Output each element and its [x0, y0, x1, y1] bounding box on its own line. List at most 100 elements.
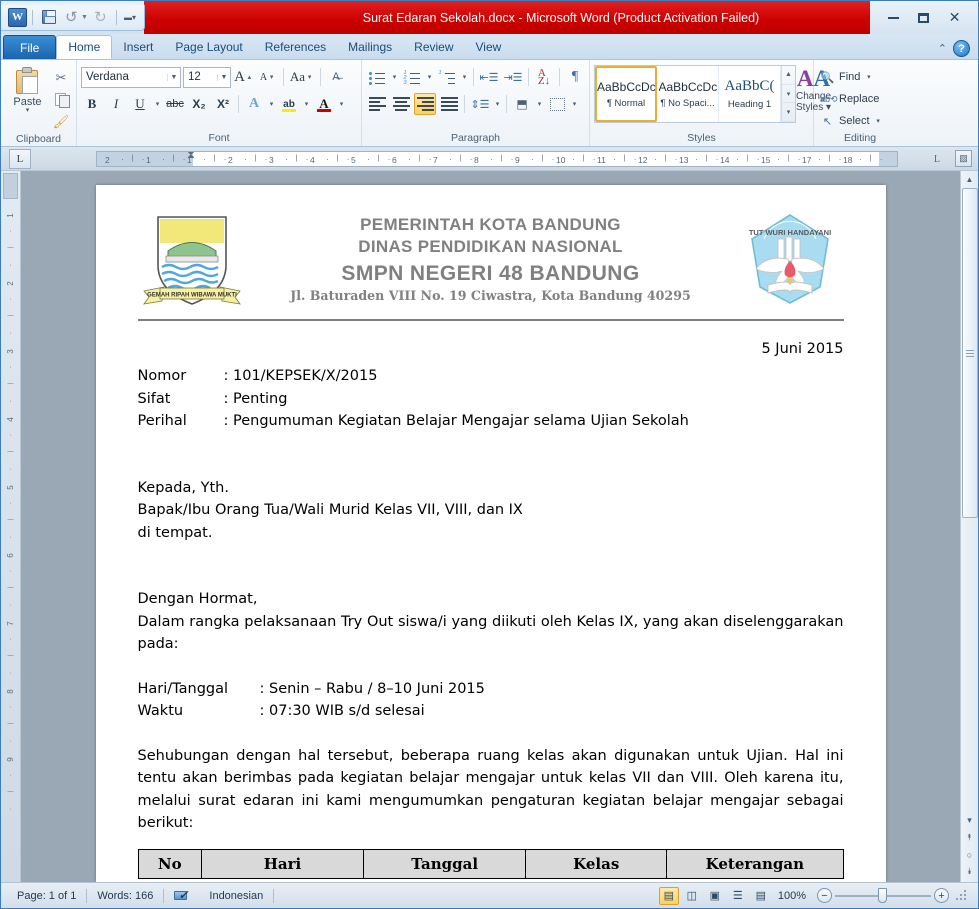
- save-icon[interactable]: [38, 7, 59, 28]
- paste-dropdown-icon[interactable]: ▾: [26, 107, 30, 114]
- status-language[interactable]: Indonesian: [199, 887, 273, 905]
- find-dropdown-icon[interactable]: ▾: [864, 73, 873, 81]
- styles-scroll-down-icon[interactable]: ▾: [782, 85, 795, 104]
- undo-dropdown-icon[interactable]: ▼: [81, 14, 88, 21]
- font-color-dropdown-icon[interactable]: ▾: [337, 100, 346, 108]
- align-center-button[interactable]: [390, 93, 412, 115]
- change-case-button[interactable]: Aa ▾: [288, 66, 316, 88]
- bullets-button[interactable]: [366, 66, 388, 88]
- line-spacing-button[interactable]: ⇕☰: [469, 93, 491, 115]
- full-screen-reading-view-button[interactable]: ◫: [682, 887, 702, 905]
- select-dropdown-icon[interactable]: ▾: [874, 117, 883, 125]
- undo-icon[interactable]: ↻: [61, 7, 82, 28]
- clear-formatting-button[interactable]: A̶: [325, 66, 347, 88]
- minimize-button[interactable]: [880, 9, 906, 27]
- copy-button[interactable]: [50, 89, 72, 110]
- bullets-dropdown-icon[interactable]: ▾: [390, 73, 399, 81]
- vertical-ruler[interactable]: 1 · — · 2 · — · 3 · — · 4 · — · 5 · — · 6 · — · 7 · — · 8 · — · 9 · — ·: [1, 171, 21, 882]
- scroll-up-button[interactable]: ▲: [962, 171, 978, 188]
- superscript-button[interactable]: X²: [212, 93, 234, 115]
- multilevel-list-button[interactable]: 1: [436, 66, 458, 88]
- decrease-indent-button[interactable]: ⇤☰: [478, 66, 500, 88]
- line-spacing-dropdown-icon[interactable]: ▾: [493, 100, 502, 108]
- chevron-down-icon[interactable]: ▼: [217, 73, 230, 81]
- shading-dropdown-icon[interactable]: ▾: [535, 100, 544, 108]
- close-button[interactable]: ✕: [942, 9, 968, 27]
- zoom-out-button[interactable]: −: [817, 888, 832, 903]
- tab-review[interactable]: Review: [403, 35, 464, 59]
- status-proofing[interactable]: ✓: [164, 887, 199, 905]
- styles-more-icon[interactable]: ▾: [782, 103, 795, 123]
- document-canvas[interactable]: GEMAH RIPAH WIBAWA MUKTI PEMERINTAH KOTA…: [21, 171, 960, 882]
- format-painter-button[interactable]: 🖌: [50, 111, 72, 132]
- ruler-view-toggle-icon[interactable]: ▨: [955, 150, 972, 167]
- draft-view-button[interactable]: ▤: [751, 887, 771, 905]
- strikethrough-button[interactable]: abc: [164, 93, 186, 115]
- tab-stop-selector[interactable]: L: [9, 148, 31, 169]
- font-name-combo[interactable]: Verdana ▼: [81, 66, 181, 88]
- text-effects-button[interactable]: A: [243, 93, 265, 115]
- scrollbar-thumb[interactable]: [961, 188, 978, 518]
- zoom-level[interactable]: 100%: [774, 890, 814, 902]
- numbering-dropdown-icon[interactable]: ▾: [425, 73, 434, 81]
- numbering-button[interactable]: 1 2 3: [401, 66, 423, 88]
- font-size-combo[interactable]: 12 ▼: [183, 66, 231, 88]
- minimize-ribbon-icon[interactable]: ⌃: [938, 42, 947, 55]
- scrollbar-track[interactable]: [961, 188, 978, 812]
- cut-button[interactable]: ✂: [50, 67, 72, 88]
- multilevel-dropdown-icon[interactable]: ▾: [460, 73, 469, 81]
- print-layout-view-button[interactable]: ▤: [658, 886, 679, 905]
- subscript-button[interactable]: X₂: [188, 93, 210, 115]
- shrink-font-button[interactable]: A ▾: [257, 66, 279, 88]
- first-line-indent-marker[interactable]: ⧗: [187, 152, 195, 162]
- bold-button[interactable]: B: [81, 93, 103, 115]
- web-layout-view-button[interactable]: ▣: [705, 887, 725, 905]
- word-logo-icon[interactable]: W: [8, 7, 27, 27]
- status-page[interactable]: Page: 1 of 1: [7, 887, 86, 905]
- zoom-in-button[interactable]: +: [934, 888, 949, 903]
- scroll-down-button[interactable]: ▾: [962, 812, 978, 829]
- font-color-button[interactable]: A: [313, 93, 335, 115]
- tab-page-layout[interactable]: Page Layout: [164, 35, 253, 59]
- resize-grip-icon[interactable]: [956, 889, 968, 902]
- paste-button[interactable]: Paste ▾: [5, 65, 50, 114]
- next-page-button[interactable]: ⯯: [962, 863, 978, 880]
- customize-qat-icon[interactable]: ▬▾: [122, 13, 138, 22]
- select-browse-object-button[interactable]: ○: [962, 846, 978, 863]
- horizontal-ruler[interactable]: 2 · | · 1 · | · 1 · | · 2 · | · 3 · | · 4 · | · 5 · | · 6 · | · 7 · | · 8 · | ·…: [96, 151, 898, 167]
- highlight-dropdown-icon[interactable]: ▾: [302, 100, 311, 108]
- replace-button[interactable]: ab⟲ Replace: [818, 89, 881, 109]
- borders-button[interactable]: [546, 93, 568, 115]
- zoom-slider-thumb[interactable]: [878, 888, 887, 903]
- maximize-button[interactable]: [911, 9, 937, 27]
- justify-button[interactable]: [438, 93, 460, 115]
- tab-home[interactable]: Home: [56, 35, 113, 59]
- tab-file[interactable]: File: [3, 35, 57, 59]
- find-button[interactable]: 🔍 Find ▾: [818, 67, 875, 87]
- underline-button[interactable]: U: [129, 93, 151, 115]
- previous-page-button[interactable]: ⯭: [962, 829, 978, 846]
- sort-button[interactable]: A Z↓: [533, 66, 555, 88]
- grow-font-button[interactable]: A ▴: [233, 66, 255, 88]
- tab-view[interactable]: View: [465, 35, 513, 59]
- vertical-scrollbar[interactable]: ▲ ▾ ⯭ ○ ⯯: [960, 171, 978, 882]
- tab-references[interactable]: References: [254, 35, 337, 59]
- style-no-spacing[interactable]: AaBbCcDc ¶ No Spaci...: [657, 66, 719, 122]
- style-heading-1[interactable]: AaBbC( Heading 1: [719, 66, 781, 122]
- help-icon[interactable]: ?: [953, 40, 970, 57]
- align-right-button[interactable]: [414, 93, 436, 115]
- tab-mailings[interactable]: Mailings: [337, 35, 403, 59]
- text-highlight-button[interactable]: ab: [278, 93, 300, 115]
- italic-button[interactable]: I: [105, 93, 127, 115]
- underline-dropdown-icon[interactable]: ▾: [153, 100, 162, 108]
- shading-button[interactable]: ⬒: [511, 93, 533, 115]
- zoom-slider[interactable]: [835, 888, 931, 903]
- increase-indent-button[interactable]: ⇥☰: [502, 66, 524, 88]
- chevron-down-icon[interactable]: ▼: [167, 73, 180, 81]
- status-word-count[interactable]: Words: 166: [87, 887, 163, 905]
- text-effects-dropdown-icon[interactable]: ▾: [267, 100, 276, 108]
- document-page[interactable]: GEMAH RIPAH WIBAWA MUKTI PEMERINTAH KOTA…: [95, 185, 886, 882]
- borders-dropdown-icon[interactable]: ▾: [570, 100, 579, 108]
- select-button[interactable]: ↖ Select ▾: [818, 111, 885, 131]
- styles-scroll-up-icon[interactable]: ▲: [782, 66, 795, 85]
